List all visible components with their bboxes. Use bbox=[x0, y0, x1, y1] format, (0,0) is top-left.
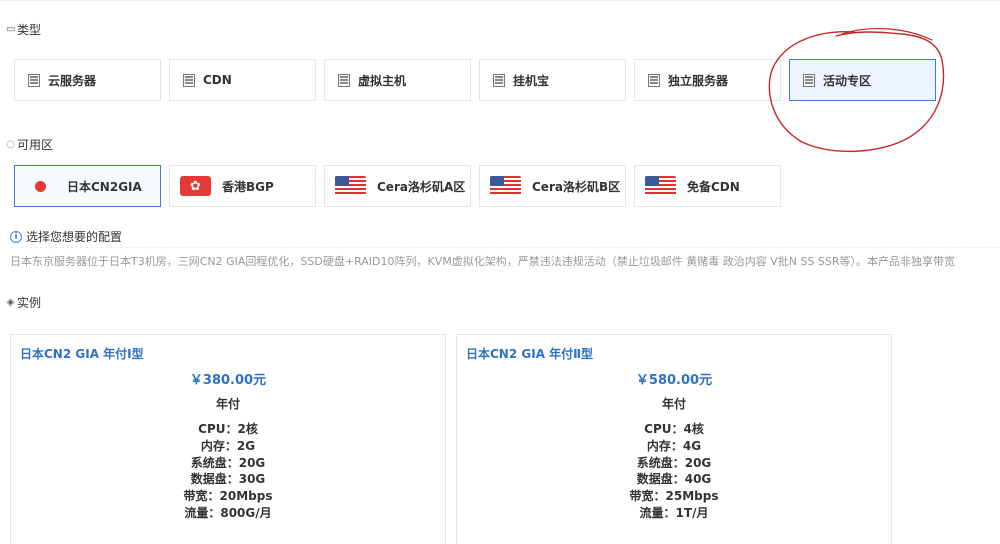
usa-flag-icon bbox=[645, 176, 676, 196]
spec-list: CPU：4核 内存：4G 系统盘：20G 数据盘：40G 带宽：25Mbps 流… bbox=[457, 421, 891, 522]
spec-traffic: 流量：800G/月 bbox=[184, 505, 272, 520]
spec-system-disk: 系统盘：20G bbox=[636, 455, 712, 470]
spec-bandwidth: 带宽：25Mbps bbox=[629, 489, 719, 504]
server-icon bbox=[648, 73, 660, 87]
type-section-title: ▭ 类型 bbox=[6, 23, 42, 37]
spec-memory: 内存：4G bbox=[646, 438, 702, 453]
location-icon: ◌ bbox=[6, 139, 15, 150]
server-icon bbox=[803, 73, 815, 87]
card-price: ￥580.00元 bbox=[635, 373, 713, 388]
spec-list: CPU：2核 内存：2G 系统盘：20G 数据盘：30G 带宽：20Mbps 流… bbox=[11, 421, 445, 522]
usa-flag-icon bbox=[335, 176, 366, 196]
server-icon bbox=[493, 73, 505, 87]
layers-icon: ◈ bbox=[6, 297, 15, 308]
type-option-cloud-server[interactable]: 云服务器 bbox=[14, 59, 161, 101]
product-description: 日本东京服务器位于日本T3机房，三网CN2 GIA回程优化，SSD硬盘+RAID… bbox=[10, 247, 1000, 269]
spec-cpu: CPU：4核 bbox=[644, 422, 704, 436]
spec-data-disk: 数据盘：30G bbox=[190, 472, 266, 487]
type-option-hanging-box[interactable]: 挂机宝 bbox=[479, 59, 626, 101]
spec-data-disk: 数据盘：40G bbox=[636, 472, 712, 487]
card-period: 年付 bbox=[661, 397, 686, 411]
server-icon bbox=[28, 73, 40, 87]
zone-option-los-angeles-a[interactable]: Cera洛杉矶A区 bbox=[324, 165, 471, 207]
zone-option-japan[interactable]: 日本CN2GIA bbox=[14, 165, 161, 207]
hong-kong-flag-icon: ✿ bbox=[180, 176, 211, 196]
card-title: 日本CN2 GIA 年付Ⅰ型 bbox=[20, 347, 144, 361]
instance-card-type-1[interactable]: 日本CN2 GIA 年付Ⅰ型 ￥380.00元 年付 CPU：2核 内存：2G … bbox=[10, 334, 446, 544]
type-option-cdn[interactable]: CDN bbox=[169, 59, 316, 101]
zone-section-title: ◌ 可用区 bbox=[6, 138, 54, 152]
top-divider bbox=[0, 0, 1000, 1]
type-option-promotions[interactable]: 活动专区 bbox=[789, 59, 936, 101]
type-option-dedicated-server[interactable]: 独立服务器 bbox=[634, 59, 781, 101]
zone-option-los-angeles-b[interactable]: Cera洛杉矶B区 bbox=[479, 165, 626, 207]
card-title: 日本CN2 GIA 年付Ⅱ型 bbox=[466, 347, 594, 361]
type-option-virtual-host[interactable]: 虚拟主机 bbox=[324, 59, 471, 101]
instance-section-title: ◈ 实例 bbox=[6, 296, 42, 310]
spec-bandwidth: 带宽：20Mbps bbox=[183, 489, 273, 504]
instance-card-type-2[interactable]: 日本CN2 GIA 年付Ⅱ型 ￥580.00元 年付 CPU：4核 内存：4G … bbox=[456, 334, 892, 544]
spec-memory: 内存：2G bbox=[200, 438, 256, 453]
card-price: ￥380.00元 bbox=[189, 373, 267, 388]
card-period: 年付 bbox=[215, 397, 240, 411]
spec-traffic: 流量：1T/月 bbox=[639, 505, 709, 520]
zone-option-hong-kong[interactable]: ✿ 香港BGP bbox=[169, 165, 316, 207]
info-icon: i bbox=[10, 230, 22, 243]
config-hint: i 选择您想要的配置 bbox=[10, 228, 122, 245]
monitor-icon: ▭ bbox=[6, 24, 16, 35]
zone-option-cdn-no-filing[interactable]: 免备CDN bbox=[634, 165, 781, 207]
usa-flag-icon bbox=[490, 176, 521, 196]
server-icon bbox=[183, 73, 195, 87]
spec-cpu: CPU：2核 bbox=[198, 422, 258, 436]
japan-flag-icon bbox=[25, 176, 56, 196]
spec-system-disk: 系统盘：20G bbox=[190, 455, 266, 470]
server-icon bbox=[338, 73, 350, 87]
